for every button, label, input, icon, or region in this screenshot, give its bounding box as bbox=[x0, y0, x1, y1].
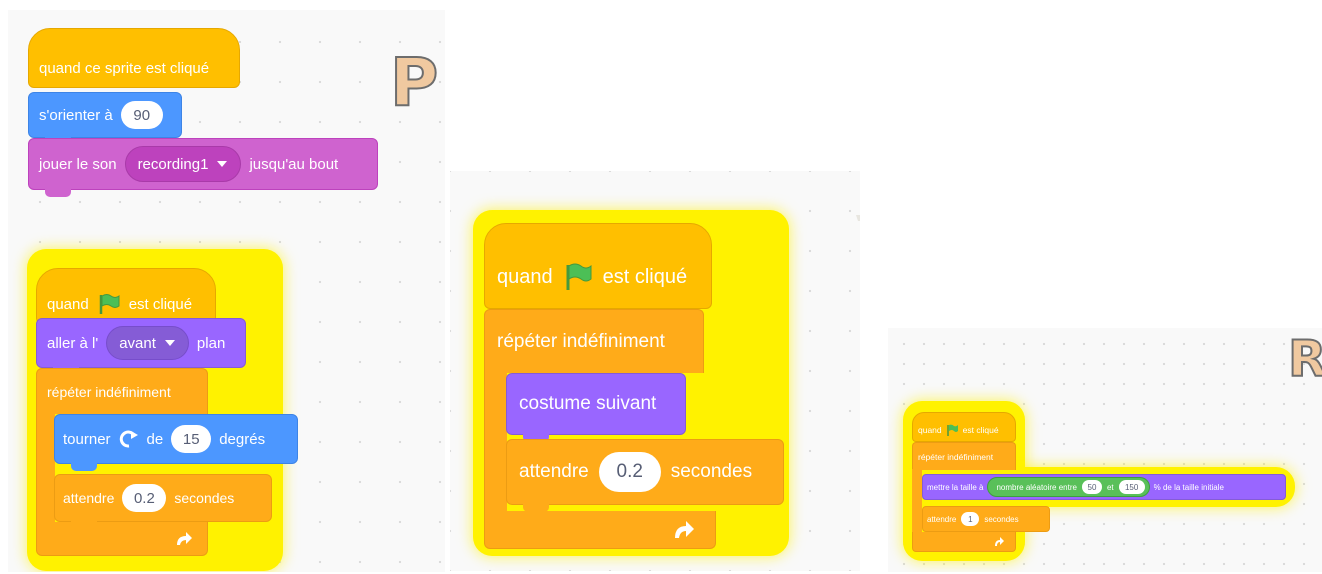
dancer-sprite-thumbnail bbox=[856, 215, 860, 221]
layer-dropdown-value: avant bbox=[119, 334, 156, 352]
forever-block-bottom[interactable] bbox=[36, 522, 208, 556]
dropdown-arrow-icon bbox=[217, 161, 228, 167]
when-flag-clicked-block[interactable]: quand est cliqué bbox=[912, 412, 1016, 442]
block-label: costume suivant bbox=[519, 393, 657, 414]
block-label-suffix: secondes bbox=[174, 490, 235, 506]
code-area-sprite-p[interactable]: P quand ce sprite est cliqué s'orienter … bbox=[8, 10, 445, 572]
forever-block-arm bbox=[912, 469, 922, 533]
hat-label: quand bbox=[497, 265, 553, 288]
forever-block-arm bbox=[484, 371, 507, 513]
when-flag-clicked-block[interactable]: quand est cliqué bbox=[36, 268, 216, 324]
turn-right-icon bbox=[119, 430, 138, 448]
when-sprite-clicked-block[interactable]: quand ce sprite est cliqué bbox=[28, 28, 240, 88]
forever-block-bottom[interactable] bbox=[484, 511, 716, 549]
random-number-reporter[interactable]: nombre aléatoire entre 50 et 150 bbox=[987, 477, 1150, 497]
forever-block-top[interactable]: répéter indéfiniment bbox=[912, 442, 1016, 470]
layer-dropdown[interactable]: avant bbox=[106, 326, 189, 360]
direction-input[interactable]: 90 bbox=[120, 101, 163, 129]
block-label-suffix: degrés bbox=[219, 430, 266, 448]
go-to-layer-block[interactable]: aller à l' avant plan bbox=[36, 318, 246, 375]
block-label: aller à l' bbox=[47, 334, 99, 352]
wait-seconds-input[interactable]: 0.2 bbox=[122, 484, 167, 512]
next-costume-block[interactable]: costume suivant bbox=[506, 373, 686, 442]
hat-label-suffix: est cliqué bbox=[128, 295, 193, 313]
hat-label: quand ce sprite est cliqué bbox=[39, 59, 210, 77]
play-sound-until-done-block[interactable]: jouer le son recording1 jusqu'au bout bbox=[28, 138, 378, 197]
hat-label-suffix: est cliqué bbox=[602, 265, 688, 288]
when-flag-clicked-block[interactable]: quand est cliqué bbox=[484, 223, 712, 309]
block-label: répéter indéfiniment bbox=[497, 330, 665, 352]
code-area-sprite-r[interactable]: R quand est cliqué répéter indéfiniment … bbox=[888, 328, 1322, 572]
block-label-suffix: plan bbox=[196, 334, 226, 352]
wait-block[interactable]: attendre 0.2 secondes bbox=[54, 474, 272, 529]
forever-block-arm bbox=[36, 412, 55, 534]
block-label-suffix: secondes bbox=[984, 514, 1019, 524]
block-label: s'orienter à bbox=[39, 106, 113, 124]
block-label: répéter indéfiniment bbox=[47, 383, 171, 400]
random-min-input[interactable]: 50 bbox=[1081, 480, 1102, 494]
loop-arrow-icon bbox=[177, 531, 192, 545]
block-label: répéter indéfiniment bbox=[918, 451, 994, 462]
block-label: tourner bbox=[63, 430, 111, 448]
wait-seconds-input[interactable]: 0.2 bbox=[598, 452, 661, 492]
random-et-label: et bbox=[1106, 482, 1114, 492]
degrees-input[interactable]: 15 bbox=[171, 425, 212, 453]
block-label: attendre bbox=[519, 461, 589, 482]
forever-block-bottom[interactable] bbox=[912, 532, 1016, 552]
code-area-sprite-dancer[interactable]: quand est cliqué répéter indéfiniment co… bbox=[450, 171, 860, 571]
forever-block-top[interactable]: répéter indéfiniment bbox=[484, 309, 704, 373]
random-max-input[interactable]: 150 bbox=[1118, 480, 1145, 494]
block-label-suffix: % de la taille initiale bbox=[1153, 482, 1224, 492]
set-size-block[interactable]: mettre la taille à nombre aléatoire entr… bbox=[922, 474, 1286, 500]
loop-arrow-icon bbox=[995, 536, 1004, 546]
random-label: nombre aléatoire entre bbox=[996, 482, 1077, 492]
green-flag-icon bbox=[566, 263, 592, 290]
block-label: mettre la taille à bbox=[927, 482, 984, 492]
sound-dropdown-value: recording1 bbox=[137, 155, 209, 173]
wait-seconds-input[interactable]: 1 bbox=[961, 512, 980, 526]
green-flag-icon bbox=[946, 424, 958, 436]
block-label-de: de bbox=[146, 430, 164, 448]
turn-right-block[interactable]: tourner de 15 degrés bbox=[54, 414, 298, 471]
green-flag-icon bbox=[99, 294, 120, 314]
loop-arrow-icon bbox=[675, 520, 694, 538]
hat-label: quand bbox=[918, 425, 942, 435]
block-label: jouer le son bbox=[39, 155, 117, 173]
block-label: attendre bbox=[927, 514, 957, 524]
point-in-direction-block[interactable]: s'orienter à 90 bbox=[28, 92, 182, 145]
wait-block[interactable]: attendre 0.2 secondes bbox=[506, 439, 784, 512]
sprite-r-thumbnail: R bbox=[1287, 329, 1322, 389]
hat-label: quand bbox=[47, 295, 89, 313]
block-label: attendre bbox=[63, 490, 115, 506]
dropdown-arrow-icon bbox=[164, 340, 175, 346]
hat-label-suffix: est cliqué bbox=[962, 425, 999, 435]
block-label-suffix: jusqu'au bout bbox=[249, 155, 339, 173]
wait-block[interactable]: attendre 1 secondes bbox=[922, 506, 1050, 532]
forever-block-top[interactable]: répéter indéfiniment bbox=[36, 368, 208, 414]
block-label-suffix: secondes bbox=[670, 461, 753, 482]
sound-dropdown[interactable]: recording1 bbox=[124, 146, 242, 182]
sprite-p-thumbnail: P bbox=[389, 43, 439, 122]
